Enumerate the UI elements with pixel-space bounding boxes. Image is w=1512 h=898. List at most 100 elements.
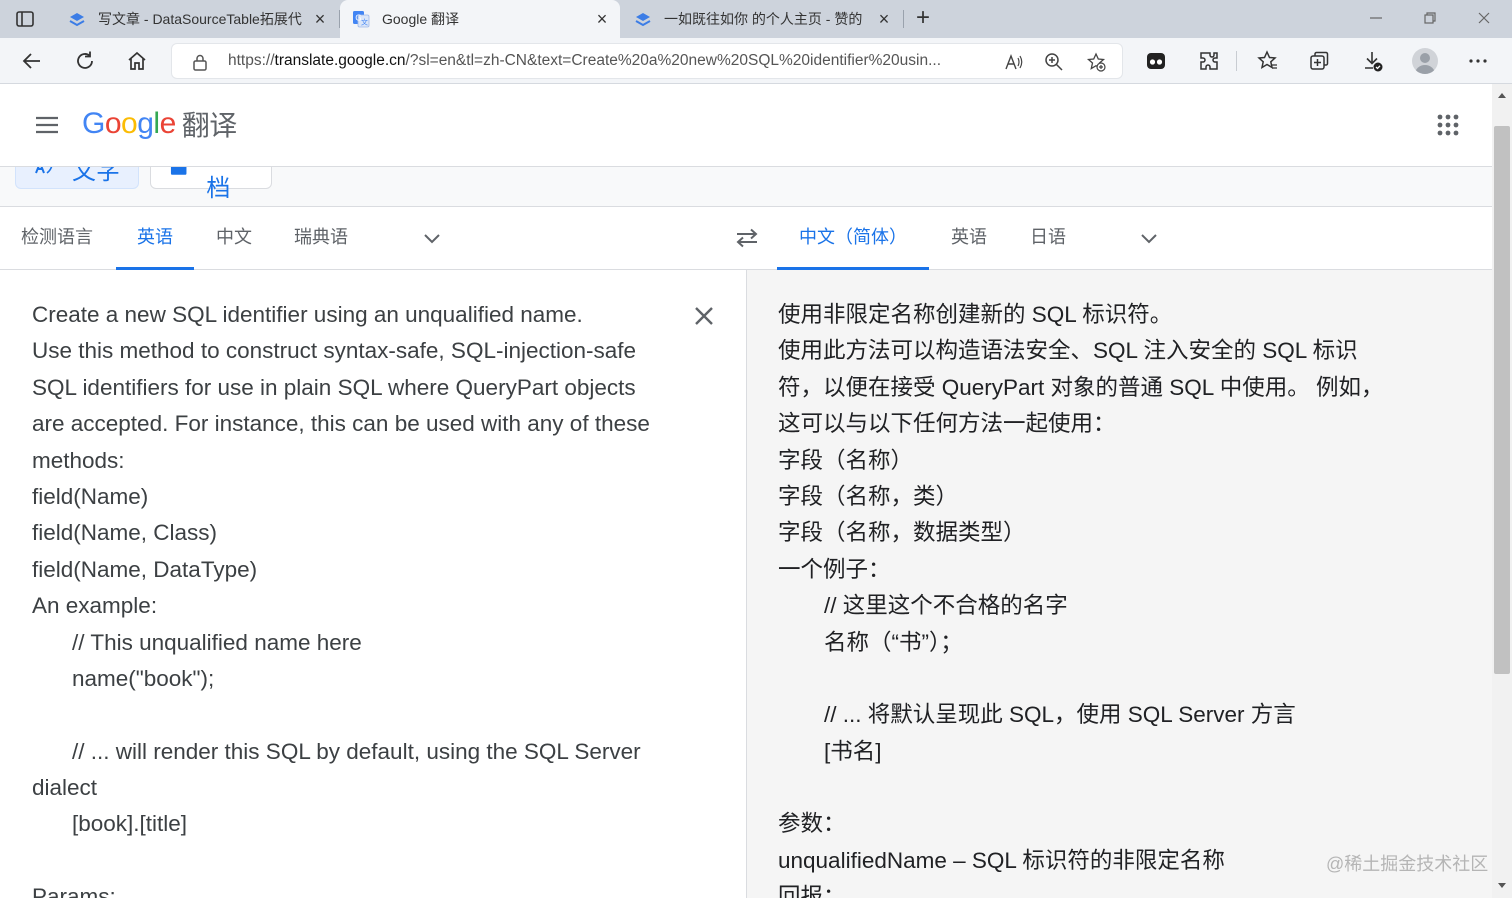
tab-title: 写文章 - DataSourceTable拓展代 <box>98 11 302 27</box>
minimize-icon[interactable] <box>1366 8 1386 28</box>
page-scrollbar[interactable] <box>1492 84 1512 898</box>
new-tab-button[interactable]: + <box>912 6 934 30</box>
source-lang-chevron-down-icon[interactable] <box>422 228 442 248</box>
more-menu-icon[interactable] <box>1466 49 1490 73</box>
favorites-icon[interactable] <box>1255 49 1279 73</box>
tab-close-icon[interactable]: × <box>594 10 610 28</box>
text-line: unqualifiedName – SQL 标识符的非限定名称 <box>778 847 1225 873</box>
logo-letter: o <box>104 107 122 140</box>
collections-icon[interactable] <box>1307 49 1331 73</box>
mode-bar: 文字 文档 <box>0 167 1492 207</box>
text-line: 使用非限定名称创建新的 SQL 标识符。 <box>778 302 1173 327</box>
text-line: 这可以与以下任何方法一起使用： <box>778 411 1116 437</box>
back-arrow-icon[interactable] <box>20 49 44 73</box>
translate-header: Google 翻译 <box>0 84 1492 167</box>
text-line: An example: <box>32 593 158 619</box>
scroll-up-arrow-icon[interactable] <box>1497 91 1507 99</box>
text-mode-label: 文字 <box>72 167 120 185</box>
text-line <box>32 697 682 733</box>
logo-letter: e <box>159 107 177 140</box>
text-line: are accepted. For instance, this can be … <box>32 411 650 437</box>
product-name: 翻译 <box>181 110 238 141</box>
swap-languages-icon[interactable] <box>734 227 760 249</box>
hamburger-menu-icon[interactable] <box>35 115 59 135</box>
text-line: [book].[title] <box>72 811 188 837</box>
svg-text:文: 文 <box>361 18 368 27</box>
text-line: 一个例子： <box>778 556 891 582</box>
logo-letter: G <box>82 107 105 140</box>
extensions-puzzle-icon[interactable] <box>1197 49 1221 73</box>
google-translate-logo[interactable]: Google 翻译 <box>82 104 237 144</box>
browser-toolbar: https://translate.google.cn/?sl=en&tl=zh… <box>0 38 1512 84</box>
profile-person-icon <box>1415 53 1435 74</box>
text-mode-button[interactable]: 文字 <box>15 167 139 189</box>
browser-tab-0[interactable]: 写文章 - DataSourceTable拓展代 × <box>56 0 338 38</box>
text-line <box>32 843 682 879</box>
add-favorite-icon[interactable] <box>1086 52 1106 72</box>
target-lang-english[interactable]: 英语 <box>942 207 996 269</box>
restore-icon[interactable] <box>1420 8 1440 28</box>
logo-letter: g <box>137 107 154 140</box>
browser-tab-1[interactable]: G 文 Google 翻译 × <box>340 0 620 38</box>
text-line: [书名] <box>824 738 882 764</box>
source-lang-swedish[interactable]: 瑞典语 <box>284 207 358 269</box>
scrollbar-thumb[interactable] <box>1494 126 1510 674</box>
text-line: 符，以便在接受 QueryPart 对象的普通 SQL 中使用。 例如， <box>778 374 1384 400</box>
extension-icon[interactable] <box>1144 49 1168 73</box>
browser-tab-strip: 写文章 - DataSourceTable拓展代 × G 文 Google 翻译… <box>0 0 1512 38</box>
text-line: methods: <box>32 447 125 473</box>
read-aloud-icon[interactable] <box>1004 52 1024 72</box>
target-lang-chinese-simplified[interactable]: 中文（简体） <box>777 207 929 270</box>
tab-close-icon[interactable]: × <box>876 10 892 28</box>
source-lang-chinese[interactable]: 中文 <box>206 207 262 269</box>
text-line: // This unqualified name here <box>72 629 362 655</box>
text-line: name("book"); <box>72 665 215 691</box>
clear-source-close-icon[interactable] <box>690 302 718 330</box>
text-line: 字段（名称，类） <box>778 483 959 509</box>
text-line: Use this method to construct syntax-safe… <box>32 338 637 364</box>
text-line: 参数： <box>778 811 846 837</box>
document-mode-button[interactable]: 文档 <box>150 167 272 202</box>
zoom-icon[interactable] <box>1044 52 1064 72</box>
edge-blue-chevrons-icon <box>635 13 651 27</box>
window-close-icon[interactable] <box>1474 8 1494 28</box>
text-line: 回报： <box>778 884 846 898</box>
source-text[interactable]: Create a new SQL identifier using an unq… <box>32 297 682 898</box>
document-mode-label: 文档 <box>206 175 231 202</box>
refresh-icon[interactable] <box>73 49 97 73</box>
logo-letter: o <box>121 107 138 140</box>
target-lang-chevron-down-icon[interactable] <box>1139 228 1159 248</box>
text-line: field(Name, Class) <box>32 520 218 546</box>
tab-actions-icon[interactable] <box>14 8 36 30</box>
target-lang-japanese[interactable]: 日语 <box>1020 207 1076 269</box>
document-icon <box>170 167 187 175</box>
url-text[interactable]: https://translate.google.cn/?sl=en&tl=zh… <box>228 44 998 78</box>
source-lang-detect[interactable]: 检测语言 <box>16 207 98 269</box>
text-line <box>778 661 1418 697</box>
text-line: 名称（“书”）； <box>824 629 963 655</box>
text-line: // ... 将默认呈现此 SQL，使用 SQL Server 方言 <box>824 702 1296 728</box>
google-apps-grid-icon[interactable] <box>1437 114 1459 136</box>
text-line <box>778 770 1418 806</box>
text-line: field(Name) <box>32 483 149 509</box>
edge-blue-chevrons-icon <box>69 13 85 27</box>
tab-close-icon[interactable]: × <box>312 10 328 28</box>
translated-text: 使用非限定名称创建新的 SQL 标识符。 使用此方法可以构造语法安全、SQL 注入… <box>778 297 1418 898</box>
address-bar[interactable]: https://translate.google.cn/?sl=en&tl=zh… <box>171 43 1123 79</box>
text-line: field(Name, DataType) <box>32 556 258 582</box>
browser-tab-2[interactable]: 一如既往如你 的个人主页 - 赞的 × <box>622 0 902 38</box>
translation-output-pane: 使用非限定名称创建新的 SQL 标识符。 使用此方法可以构造语法安全、SQL 注入… <box>747 270 1492 898</box>
tab-title: 一如既往如你 的个人主页 - 赞的 <box>664 11 863 27</box>
lock-icon[interactable] <box>192 53 208 71</box>
text-line: dialect <box>32 775 98 801</box>
tab-title: Google 翻译 <box>382 11 460 27</box>
text-line: Params: <box>32 884 116 898</box>
scroll-down-arrow-icon[interactable] <box>1497 882 1507 890</box>
home-icon[interactable] <box>125 49 149 73</box>
source-lang-english[interactable]: 英语 <box>116 207 194 270</box>
downloads-icon[interactable] <box>1360 49 1384 73</box>
text-line: 字段（名称，数据类型） <box>778 520 1026 546</box>
tab-separator <box>903 10 904 28</box>
profile-avatar[interactable] <box>1412 48 1438 74</box>
source-text-pane[interactable]: Create a new SQL identifier using an unq… <box>0 270 746 898</box>
